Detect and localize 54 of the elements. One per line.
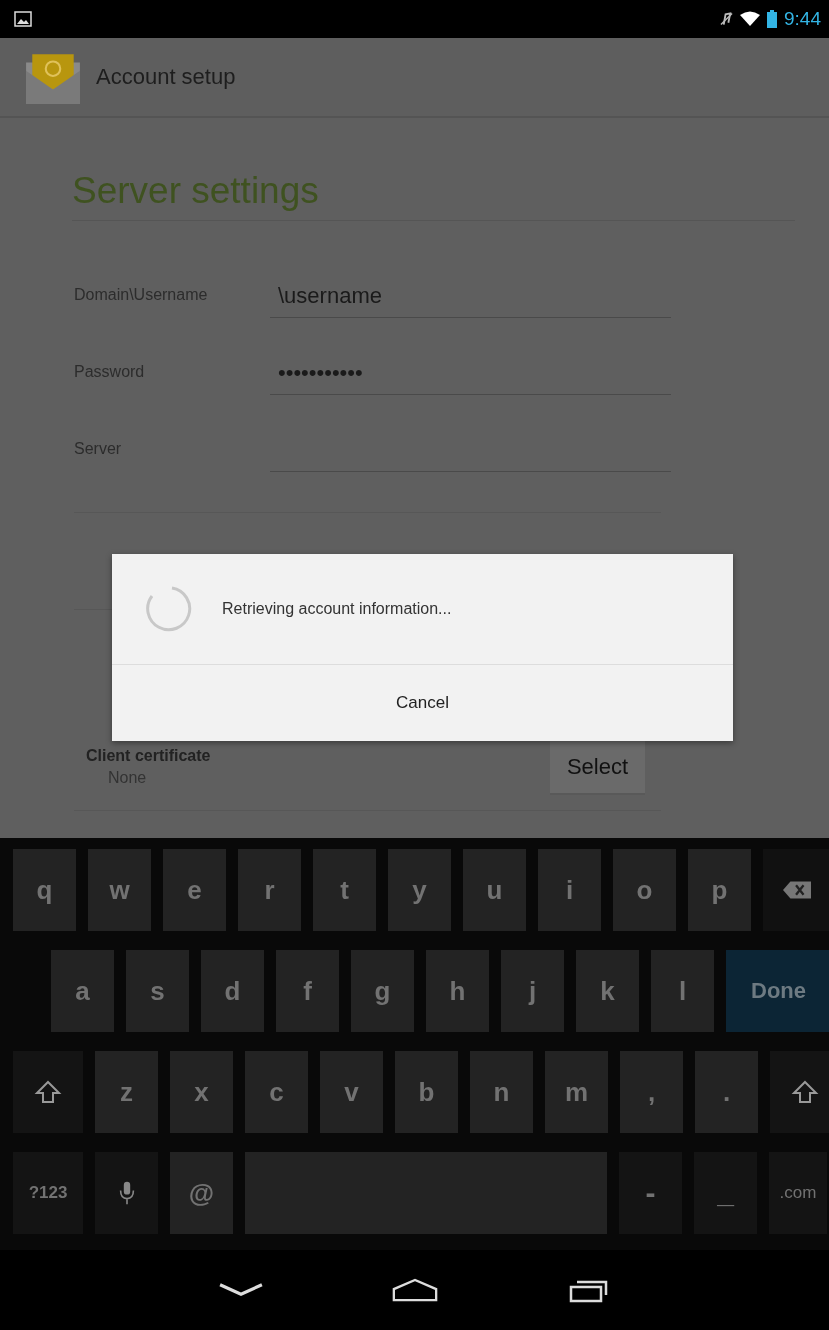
shift-icon [791,1080,819,1104]
section-heading: Server settings [72,118,795,221]
dialog-message: Retrieving account information... [222,600,452,618]
key[interactable]: _ [694,1152,757,1234]
key[interactable]: j [501,950,564,1032]
clock: 9:44 [784,8,821,30]
key[interactable]: @ [170,1152,233,1234]
certificate-label: Client certificate [86,747,211,765]
domain-key[interactable]: .com [769,1152,827,1234]
wifi-icon [740,11,760,27]
key[interactable]: . [695,1051,758,1133]
key[interactable]: f [276,950,339,1032]
cancel-button[interactable]: Cancel [112,665,733,741]
backspace-key[interactable] [763,849,829,931]
key[interactable]: h [426,950,489,1032]
key[interactable]: k [576,950,639,1032]
key[interactable]: s [126,950,189,1032]
key[interactable]: p [688,849,751,931]
key[interactable]: u [463,849,526,931]
symbols-key[interactable]: ?123 [13,1152,83,1234]
shift-key[interactable] [770,1051,829,1133]
app-title: Account setup [96,64,236,90]
key[interactable]: n [470,1051,533,1133]
key[interactable]: y [388,849,451,931]
key[interactable]: q [13,849,76,931]
key[interactable]: m [545,1051,608,1133]
microphone-key[interactable] [95,1152,158,1234]
shift-icon [34,1080,62,1104]
key[interactable]: , [620,1051,683,1133]
key[interactable]: x [170,1051,233,1133]
input-field[interactable]: \username [270,279,671,318]
select-button[interactable]: Select [550,741,645,793]
mute-icon [720,11,733,27]
battery-icon [767,10,777,28]
key[interactable]: v [320,1051,383,1133]
done-key[interactable]: Done [726,950,829,1032]
key[interactable]: o [613,849,676,931]
key[interactable]: t [313,849,376,931]
key[interactable]: w [88,849,151,931]
key[interactable]: - [619,1152,682,1234]
home-icon[interactable] [391,1277,438,1303]
image-icon [14,11,32,27]
key[interactable]: c [245,1051,308,1133]
key[interactable]: d [201,950,264,1032]
shift-key[interactable] [13,1051,83,1133]
key[interactable]: a [51,950,114,1032]
key[interactable]: l [651,950,714,1032]
key[interactable]: i [538,849,601,931]
key[interactable]: r [238,849,301,931]
key[interactable]: e [163,849,226,931]
input-field[interactable]: ••••••••••• [270,356,671,395]
key[interactable]: z [95,1051,158,1133]
key[interactable]: g [351,950,414,1032]
key[interactable]: b [395,1051,458,1133]
